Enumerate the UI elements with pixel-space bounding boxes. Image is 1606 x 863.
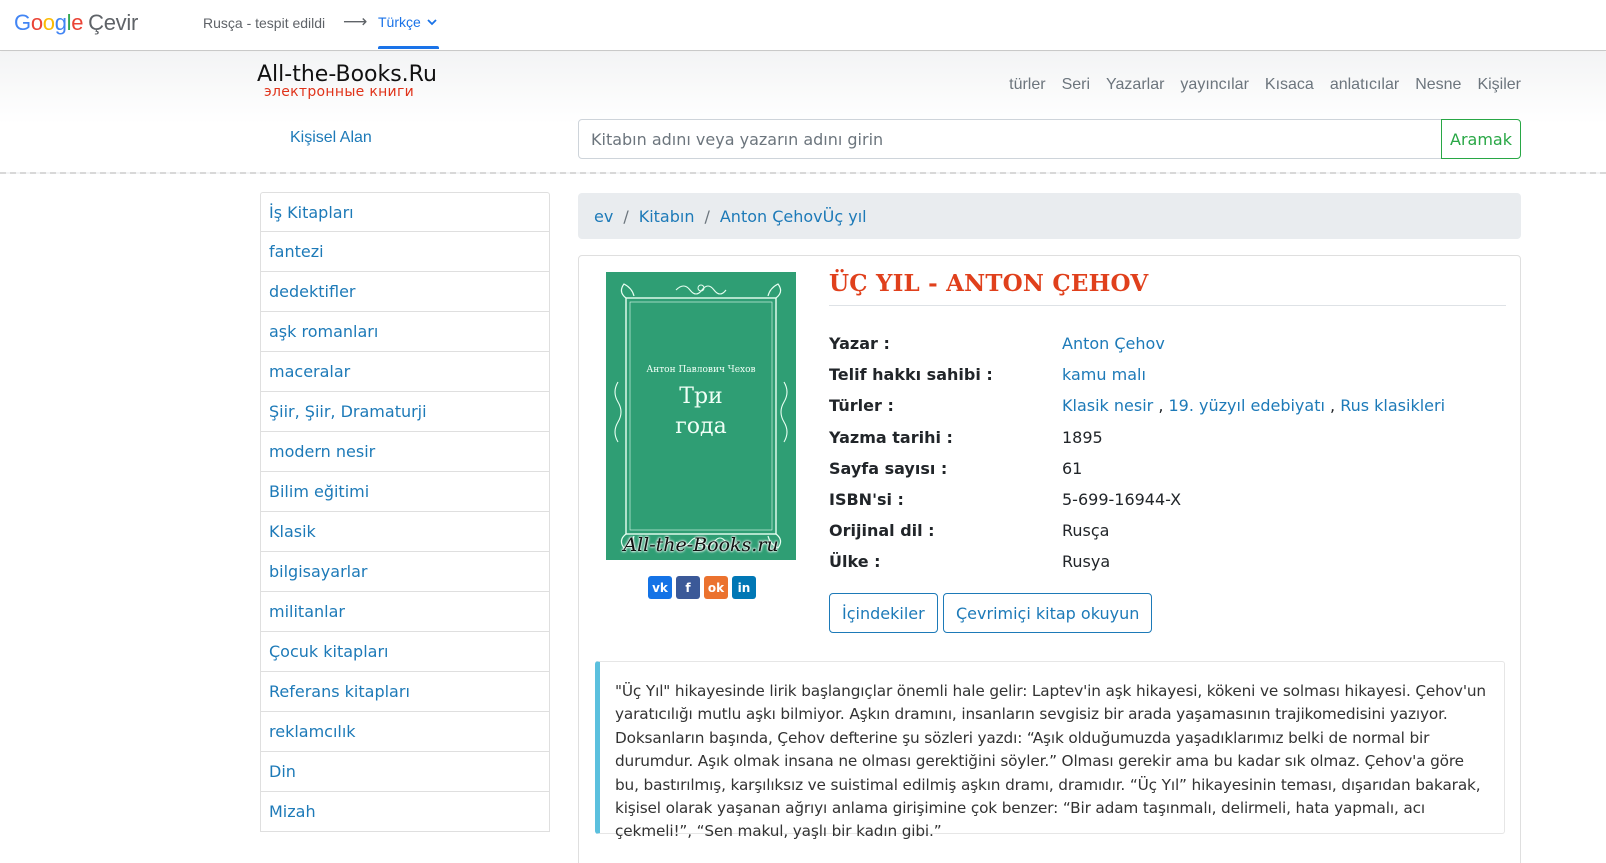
field-label: ISBN'si : — [829, 490, 904, 510]
book-description: "Üç Yıl" hikayesinde lirik başlangıçlar … — [595, 661, 1505, 840]
nav-item-authors[interactable]: Yazarlar — [1106, 76, 1164, 94]
genre-link[interactable]: Rus klasikleri — [1340, 396, 1445, 415]
logo-letter: o — [30, 10, 43, 35]
sidebar-item[interactable]: Çocuk kitapları — [260, 632, 550, 672]
genre-separator: , — [1330, 396, 1336, 416]
logo-letter: o — [42, 10, 55, 35]
google-translate-logo[interactable]: Google Çevir — [14, 10, 138, 36]
book-card: Антон Павлович Чехов Три года All-the-Bo… — [578, 255, 1521, 863]
site-header: All-the-Books.Ru электронные книги türle… — [0, 52, 1606, 174]
genre-list: Klasik nesir , 19. yüzyıl edebiyatı , Ru… — [1062, 396, 1445, 415]
field-author: Yazar : Anton Çehov — [829, 328, 1506, 359]
sidebar-item[interactable]: fantezi — [260, 232, 550, 272]
target-language-dropdown[interactable]: Türkçe — [378, 14, 439, 30]
sidebar-item[interactable]: Din — [260, 752, 550, 792]
written-date-value: 1895 — [1062, 427, 1103, 447]
odnoklassniki-share-icon[interactable]: ok — [704, 576, 728, 599]
sidebar-item[interactable]: Referans kitapları — [260, 672, 550, 712]
nav-item-genres[interactable]: türler — [1009, 76, 1045, 94]
nav-item-series[interactable]: Seri — [1062, 76, 1090, 94]
read-online-button[interactable]: Çevrimiçi kitap okuyun — [943, 593, 1153, 633]
breadcrumb-home[interactable]: ev — [594, 207, 613, 226]
logo-letter: e — [71, 10, 84, 35]
translate-toolbar: Google Çevir Rusça - tespit edildi ⟶ Türk… — [0, 0, 1606, 51]
sidebar-item[interactable]: Bilim eğitimi — [260, 472, 550, 512]
page-count-value: 61 — [1062, 458, 1083, 478]
cover-title-line2: года — [675, 414, 727, 439]
facebook-share-icon[interactable]: f — [676, 576, 700, 599]
breadcrumb-section[interactable]: Kitabın — [639, 207, 695, 226]
isbn-value: 5-699-16944-X — [1062, 490, 1182, 510]
field-country: Ülke : Rusya — [829, 546, 1506, 577]
search-input[interactable]: Kitabın adını veya yazarın adını girin — [578, 119, 1442, 159]
sidebar-item[interactable]: militanlar — [260, 592, 550, 632]
country-value: Rusya — [1062, 552, 1111, 572]
active-tab-indicator — [378, 46, 439, 49]
sidebar-item[interactable]: Mizah — [260, 792, 550, 832]
book-details: Yazar : Anton Çehov Telif hakkı sahibi :… — [829, 328, 1506, 578]
genre-sidebar: İş Kitapları fantezi dedektifler aşk rom… — [260, 192, 550, 832]
field-label: Yazma tarihi : — [829, 427, 953, 447]
search-button[interactable]: Aramak — [1441, 119, 1521, 159]
field-original-language: Orijinal dil : Rusça — [829, 515, 1506, 546]
site-brand-subtitle: электронные книги — [264, 84, 414, 100]
cover-author: Антон Павлович Чехов — [646, 365, 756, 375]
target-language-label: Türkçe — [378, 14, 421, 30]
genre-link[interactable]: Klasik nesir — [1062, 396, 1153, 415]
source-language[interactable]: Rusça - tespit edildi — [203, 15, 325, 31]
breadcrumb-separator: / — [704, 206, 710, 226]
field-page-count: Sayfa sayısı : 61 — [829, 453, 1506, 484]
nav-item-objects[interactable]: Nesne — [1415, 76, 1461, 94]
sidebar-item[interactable]: maceralar — [260, 352, 550, 392]
logo-letter: g — [54, 10, 67, 35]
chevron-down-icon — [427, 19, 437, 26]
genre-link[interactable]: 19. yüzyıl edebiyatı — [1169, 396, 1325, 415]
sidebar-item[interactable]: dedektifler — [260, 272, 550, 312]
author-link[interactable]: Anton Çehov — [1062, 334, 1165, 353]
field-isbn: ISBN'si : 5-699-16944-X — [829, 484, 1506, 515]
field-label: Sayfa sayısı : — [829, 458, 948, 478]
cover-title-line1: Три — [679, 384, 723, 409]
breadcrumb-separator: / — [623, 206, 629, 226]
nav-item-narrators[interactable]: anlatıcılar — [1330, 76, 1399, 94]
sidebar-item[interactable]: bilgisayarlar — [260, 552, 550, 592]
app-name: Çevir — [88, 10, 138, 35]
copyright-link[interactable]: kamu malı — [1062, 365, 1146, 384]
book-title: ÜÇ YIL - ANTON ÇEHOV — [829, 270, 1506, 306]
breadcrumb-current[interactable]: Anton ÇehovÜç yıl — [720, 207, 867, 226]
field-genres: Türler : Klasik nesir , 19. yüzyıl edebi… — [829, 390, 1506, 421]
arrow-right-icon: ⟶ — [343, 12, 368, 31]
original-language-value: Rusça — [1062, 521, 1110, 541]
linkedin-share-icon[interactable]: in — [732, 576, 756, 599]
nav-item-persons[interactable]: Kişiler — [1477, 76, 1521, 94]
cover-watermark: All-the-Books.ru — [623, 534, 779, 556]
personal-area-link[interactable]: Kişisel Alan — [290, 129, 372, 147]
genre-separator: , — [1158, 396, 1164, 416]
sidebar-item[interactable]: aşk romanları — [260, 312, 550, 352]
sidebar-item[interactable]: İş Kitapları — [260, 192, 550, 232]
vk-share-icon[interactable]: vk — [648, 576, 672, 599]
breadcrumb: ev / Kitabın / Anton ÇehovÜç yıl — [578, 193, 1521, 239]
field-label: Türler : — [829, 396, 894, 416]
book-cover[interactable]: Антон Павлович Чехов Три года All-the-Bo… — [606, 272, 796, 560]
field-label: Yazar : — [829, 334, 890, 354]
logo-letter: G — [14, 10, 31, 35]
main-nav: türler Seri Yazarlar yayıncılar Kısaca a… — [1009, 76, 1521, 94]
field-label: Telif hakkı sahibi : — [829, 365, 993, 385]
nav-item-summaries[interactable]: Kısaca — [1265, 76, 1314, 94]
social-share: vk f ok in — [648, 576, 756, 599]
nav-item-publishers[interactable]: yayıncılar — [1180, 76, 1248, 94]
sidebar-item[interactable]: Şiir, Şiir, Dramaturji — [260, 392, 550, 432]
sidebar-item[interactable]: reklamcılık — [260, 712, 550, 752]
field-label: Orijinal dil : — [829, 521, 935, 541]
field-label: Ülke : — [829, 552, 881, 572]
sidebar-item[interactable]: Klasik — [260, 512, 550, 552]
sidebar-item[interactable]: modern nesir — [260, 432, 550, 472]
table-of-contents-button[interactable]: İçindekiler — [829, 593, 938, 633]
field-written-date: Yazma tarihi : 1895 — [829, 422, 1506, 453]
field-copyright: Telif hakkı sahibi : kamu malı — [829, 359, 1506, 390]
